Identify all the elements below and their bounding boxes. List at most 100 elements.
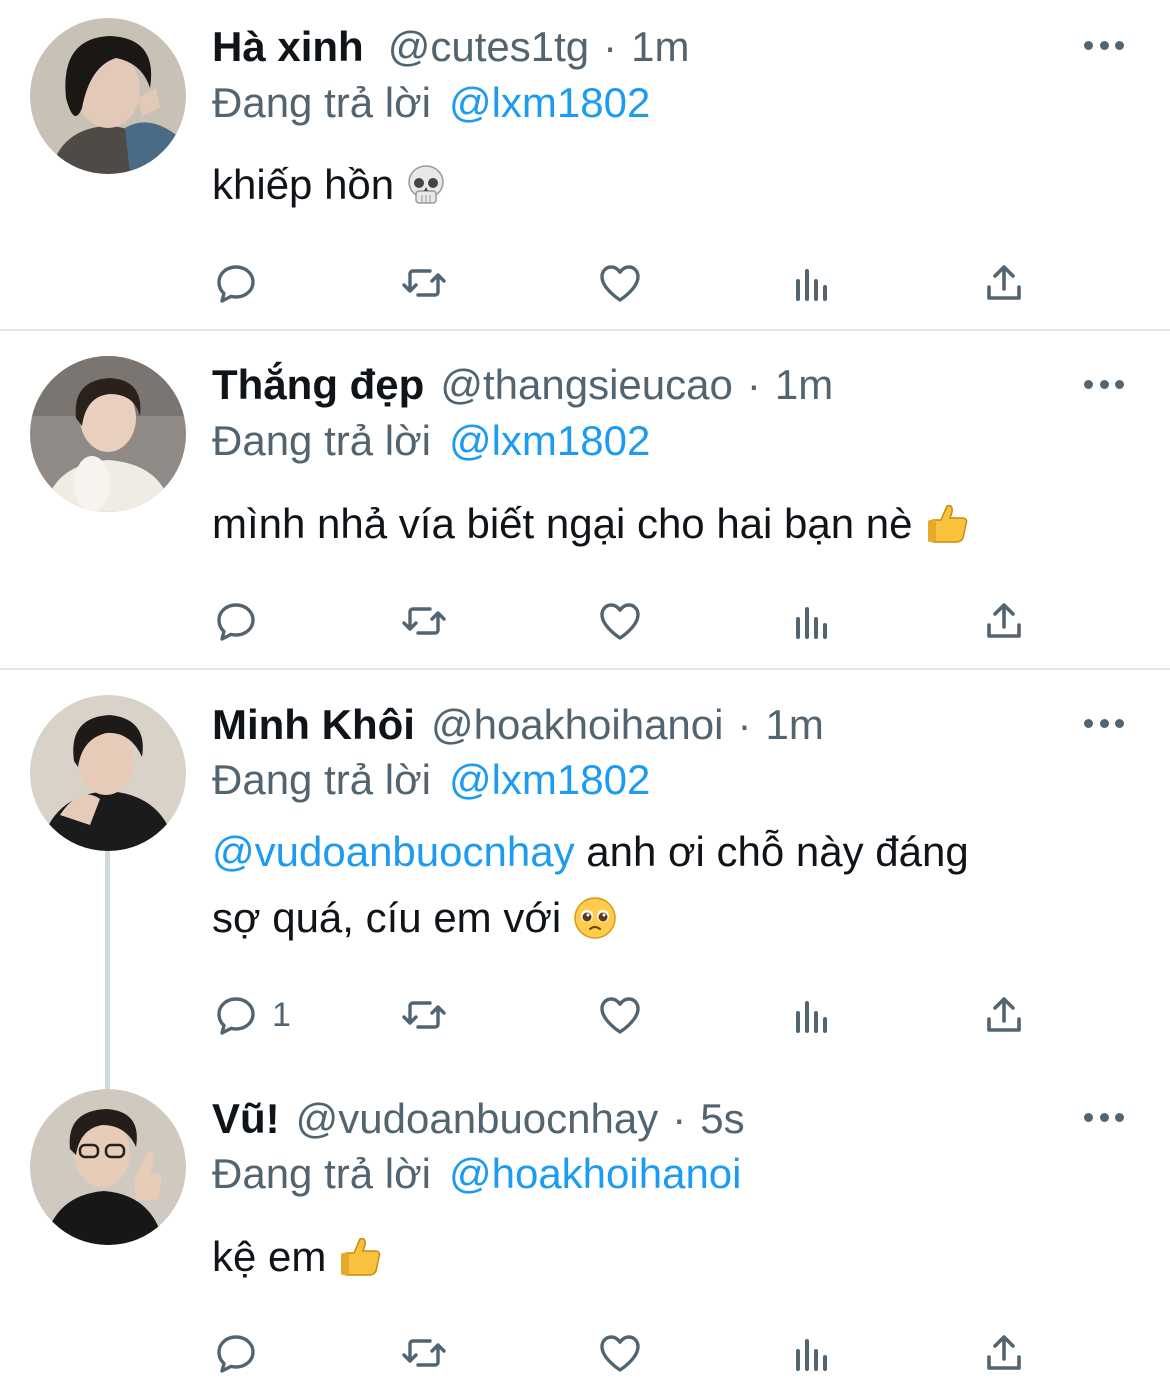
- avatar[interactable]: [30, 356, 186, 512]
- avatar[interactable]: [30, 1089, 186, 1245]
- timestamp[interactable]: 1m: [775, 361, 833, 409]
- display-name[interactable]: Vũ!: [212, 1095, 280, 1143]
- retweet-icon: [402, 607, 446, 635]
- replying-to-mention[interactable]: @hoakhoihanoi: [449, 1150, 742, 1198]
- thumbs-up-emoji: [925, 499, 971, 565]
- like-icon: [600, 1335, 640, 1372]
- separator: ·: [737, 701, 752, 748]
- views-button[interactable]: [788, 990, 836, 1040]
- retweet-icon: [402, 1339, 446, 1367]
- user-handle[interactable]: @vudoanbuocnhay: [296, 1095, 659, 1143]
- display-name[interactable]: Thắng đẹp: [212, 361, 424, 409]
- views-button[interactable]: [788, 1328, 836, 1378]
- replying-to-mention[interactable]: @lxm1802: [449, 79, 650, 127]
- views-button[interactable]: [788, 596, 836, 646]
- reply-icon: [217, 603, 255, 641]
- replying-to: Đang trả lời @lxm1802: [212, 76, 650, 130]
- display-name[interactable]: Hà xinh: [212, 23, 364, 71]
- share-icon: [987, 1335, 1021, 1370]
- tweet-text-content: kệ em: [212, 1233, 327, 1280]
- retweet-button[interactable]: [400, 258, 448, 308]
- replying-to-label: Đang trả lời: [212, 79, 431, 126]
- action-bar: [212, 1328, 1042, 1378]
- tweet[interactable]: Thắng đẹp @thangsieucao · 1m Đang trả lờ…: [0, 332, 1170, 668]
- timestamp[interactable]: 1m: [765, 701, 823, 749]
- share-button[interactable]: [980, 258, 1028, 308]
- more-icon[interactable]: [1084, 1111, 1124, 1123]
- user-handle[interactable]: @thangsieucao: [440, 361, 733, 409]
- retweet-icon: [402, 1001, 446, 1029]
- tweet-text: kệ em: [212, 1224, 1112, 1298]
- share-icon: [987, 265, 1021, 300]
- reply-button[interactable]: [212, 258, 272, 308]
- views-icon: [796, 1339, 827, 1371]
- tweet-text-line: sợ quá, cíu em với: [212, 894, 562, 941]
- tweet-text: @vudoanbuocnhay anh ơi chỗ này đáng sợ q…: [212, 819, 1112, 959]
- share-button[interactable]: [980, 1328, 1028, 1378]
- more-icon[interactable]: [1084, 717, 1124, 729]
- retweet-button[interactable]: [400, 596, 448, 646]
- thumbs-up-emoji: [338, 1232, 384, 1298]
- tweet-text: mình nhả vía biết ngại cho hai bạn nè: [212, 491, 1112, 565]
- views-icon: [796, 607, 827, 639]
- replying-to: Đang trả lời @lxm1802: [212, 414, 650, 468]
- like-button[interactable]: [596, 258, 644, 308]
- action-bar: [212, 258, 1042, 308]
- share-icon: [987, 603, 1021, 638]
- reply-icon: [217, 997, 255, 1035]
- retweet-icon: [402, 269, 446, 297]
- replying-to: Đang trả lời @hoakhoihanoi: [212, 1147, 742, 1201]
- like-button[interactable]: [596, 990, 644, 1040]
- reply-button[interactable]: [212, 1328, 272, 1378]
- reply-button[interactable]: 1: [212, 990, 291, 1040]
- share-button[interactable]: [980, 596, 1028, 646]
- reply-button[interactable]: [212, 596, 272, 646]
- separator: ·: [672, 1095, 687, 1142]
- views-icon: [796, 269, 827, 301]
- tweet[interactable]: Hà xinh @cutes1tg · 1m Đang trả lời @lxm…: [0, 0, 1170, 330]
- retweet-button[interactable]: [400, 990, 448, 1040]
- tweet[interactable]: Vũ! @vudoanbuocnhay · 5s Đang trả lời @h…: [0, 1070, 1170, 1396]
- reply-icon: [217, 1335, 255, 1373]
- tweet-text-content: khiếp hồn: [212, 161, 395, 208]
- reply-icon: [217, 265, 255, 303]
- like-button[interactable]: [596, 1328, 644, 1378]
- replying-to-label: Đang trả lời: [212, 417, 431, 464]
- like-icon: [600, 997, 640, 1034]
- views-button[interactable]: [788, 258, 836, 308]
- replying-to: Đang trả lời @lxm1802: [212, 753, 650, 807]
- thread-connector: [105, 850, 110, 1090]
- replying-to-mention[interactable]: @lxm1802: [449, 756, 650, 804]
- action-bar: 1: [212, 990, 1042, 1040]
- tweet-text-line: anh ơi chỗ này đáng: [586, 828, 969, 875]
- tweet[interactable]: Minh Khôi @hoakhoihanoi · 1m Đang trả lờ…: [0, 670, 1170, 1090]
- pleading-face-emoji: [573, 893, 617, 959]
- like-button[interactable]: [596, 596, 644, 646]
- replying-to-label: Đang trả lời: [212, 1150, 431, 1197]
- divider: [0, 329, 1170, 331]
- display-name[interactable]: Minh Khôi: [212, 701, 415, 749]
- separator: ·: [603, 23, 618, 70]
- more-icon[interactable]: [1084, 378, 1124, 390]
- skull-emoji: [406, 160, 446, 226]
- reply-count: 1: [272, 995, 291, 1034]
- like-icon: [600, 265, 640, 302]
- share-icon: [987, 997, 1021, 1032]
- text-mention[interactable]: @vudoanbuocnhay: [212, 828, 575, 875]
- action-bar: [212, 596, 1042, 646]
- tweet-text: khiếp hồn: [212, 152, 1112, 226]
- share-button[interactable]: [980, 990, 1028, 1040]
- more-icon[interactable]: [1084, 39, 1124, 51]
- avatar[interactable]: [30, 695, 186, 851]
- timestamp[interactable]: 5s: [700, 1095, 744, 1143]
- user-handle[interactable]: @hoakhoihanoi: [431, 701, 724, 749]
- replying-to-label: Đang trả lời: [212, 756, 431, 803]
- tweet-text-content: mình nhả vía biết ngại cho hai bạn nè: [212, 500, 913, 547]
- user-handle[interactable]: @cutes1tg: [388, 23, 589, 71]
- separator: ·: [746, 361, 761, 408]
- like-icon: [600, 603, 640, 640]
- replying-to-mention[interactable]: @lxm1802: [449, 417, 650, 465]
- avatar[interactable]: [30, 18, 186, 174]
- timestamp[interactable]: 1m: [631, 23, 689, 71]
- retweet-button[interactable]: [400, 1328, 448, 1378]
